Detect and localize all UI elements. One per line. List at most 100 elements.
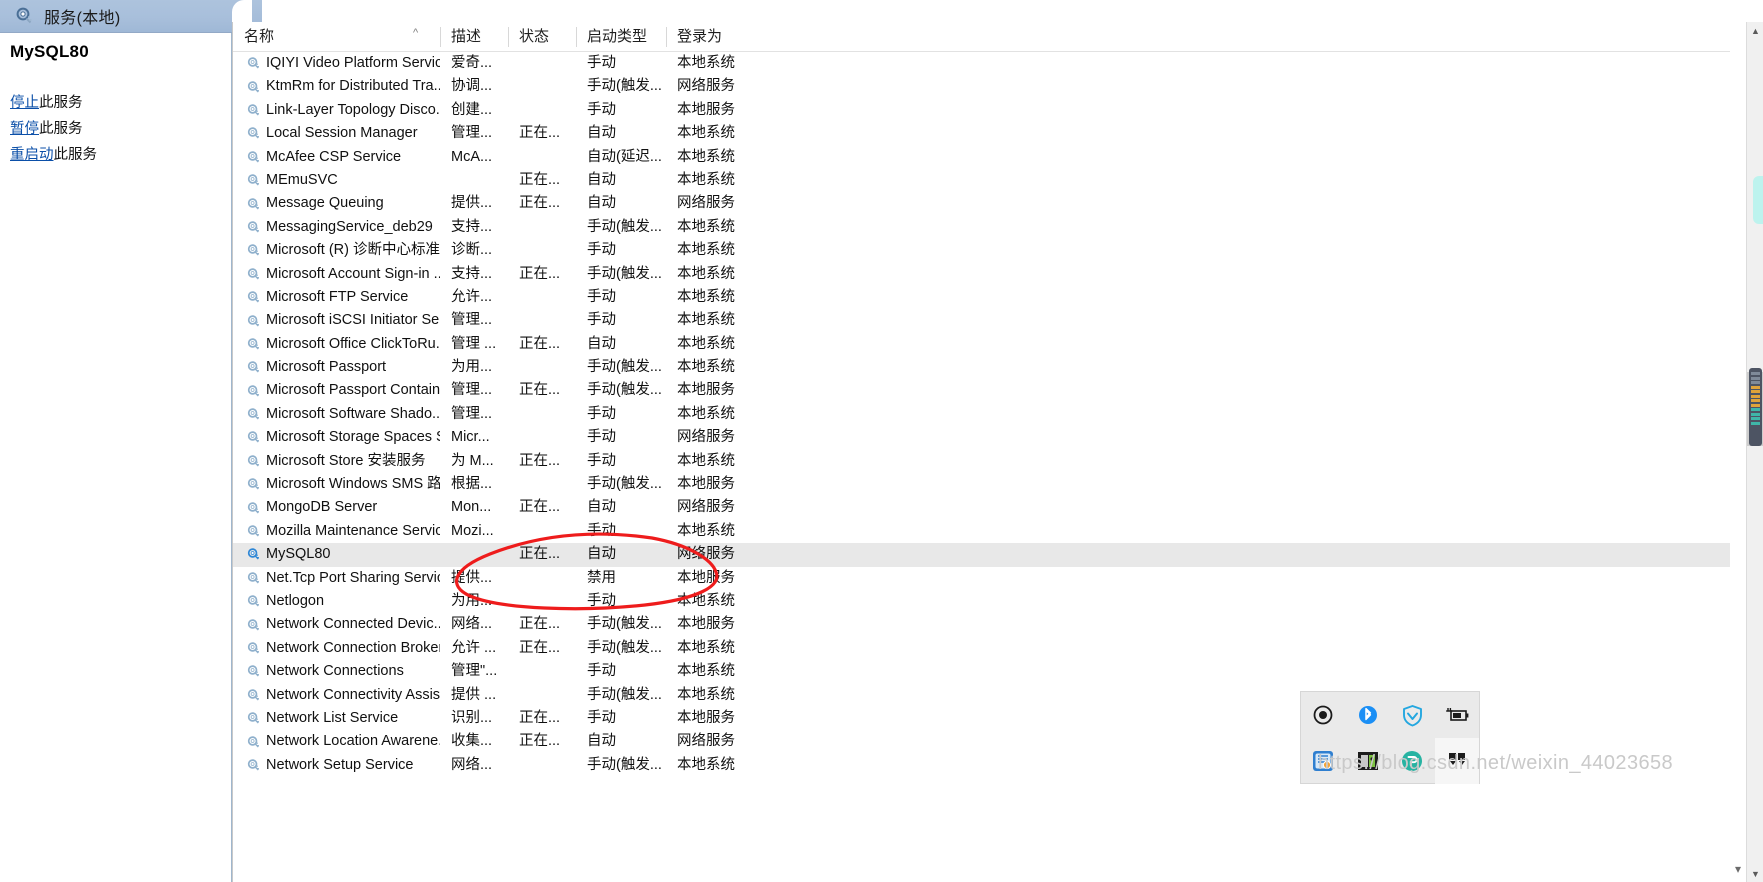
table-row[interactable]: KtmRm for Distributed Tra... 协调... 手动(触发..… (233, 75, 1730, 98)
table-row[interactable]: Network Connections 管理"... 手动 本地系统 (233, 660, 1730, 683)
service-name-text: IQIYI Video Platform Service (266, 55, 440, 71)
table-row[interactable]: IQIYI Video Platform Service 爱奇... 手动 本地系统 (233, 52, 1730, 75)
cell-start: 自动(延迟... (587, 148, 662, 165)
vertical-scrollbar[interactable]: ▲ ▼ (1746, 22, 1763, 882)
service-gear-icon (246, 337, 261, 352)
service-name-text: Microsoft Storage Spaces S... (266, 429, 440, 446)
cell-desc: 爱奇... (451, 55, 493, 71)
service-name-text: Mozilla Maintenance Service (266, 522, 440, 539)
cell-logon: 本地服务 (677, 382, 735, 399)
table-row[interactable]: Microsoft Passport Container 管理... 正在... 手动… (233, 379, 1730, 402)
column-header-desc[interactable]: 描述 (440, 22, 508, 52)
table-row[interactable]: Microsoft Windows SMS 路... 根据... 手动(触发... 本… (233, 473, 1730, 496)
table-row[interactable]: Microsoft Store 安装服务 为 M... 正在... 手动 本地系统 (233, 450, 1730, 473)
service-action-link[interactable]: 停止此服务 (10, 91, 231, 112)
cell-name: MEmuSVC (233, 169, 440, 192)
service-gear-icon (246, 243, 261, 258)
left-details-pane: 服务(本地) MySQL80 停止此服务 暂停此服务 重启动此服务 (0, 0, 232, 882)
service-action-link-suffix: 此服务 (39, 121, 83, 137)
cell-start: 手动 (587, 663, 616, 680)
service-action-link[interactable]: 重启动此服务 (10, 143, 231, 164)
service-name-text: Link-Layer Topology Disco... (266, 101, 440, 118)
table-row[interactable]: Microsoft iSCSI Initiator Ser... 管理... 手动 本… (233, 309, 1730, 332)
service-name-text: Microsoft Software Shado... (266, 405, 440, 422)
service-action-link-text[interactable]: 暂停 (10, 121, 39, 137)
cell-start: 手动(触发... (587, 756, 662, 773)
tencent-shield-icon[interactable] (1390, 692, 1435, 738)
table-row[interactable]: Network Connectivity Assis... 提供 ... 手动(触发… (233, 684, 1730, 707)
cell-name: Local Session Manager (233, 122, 440, 145)
bluetooth-icon[interactable] (1346, 692, 1391, 738)
cell-start: 手动 (587, 242, 616, 259)
service-name-text: Network Connections (266, 663, 404, 680)
table-row[interactable]: Microsoft Account Sign-in ... 支持... 正在... 手… (233, 263, 1730, 286)
scroll-down-button[interactable]: ▼ (1747, 865, 1763, 882)
cell-desc: 提供 ... (451, 686, 497, 703)
column-header-start[interactable]: 启动类型 (576, 22, 666, 52)
service-gear-icon (246, 571, 261, 586)
cell-desc: 管理... (451, 405, 493, 422)
table-row[interactable]: Local Session Manager 管理... 正在... 自动 本地系统 (233, 122, 1730, 145)
service-name-text: Network Connection Broker (266, 639, 440, 656)
table-row[interactable]: Network Location Awarene... 收集... 正在... 自动 网… (233, 730, 1730, 753)
table-row[interactable]: Microsoft Software Shado... 管理... 手动 本地系统 (233, 403, 1730, 426)
table-row[interactable]: Mozilla Maintenance Service Mozi... 手动 本地系统 (233, 520, 1730, 543)
table-row[interactable]: Microsoft Storage Spaces S... Micr... 手动 网络… (233, 426, 1730, 449)
service-name-text: Netlogon (266, 592, 325, 609)
service-name-text: Microsoft Office ClickToRu... (266, 335, 440, 352)
service-gear-icon (246, 477, 261, 492)
service-action-link-text[interactable]: 停止 (10, 95, 39, 111)
battery-charging-icon[interactable] (1435, 692, 1480, 738)
table-row[interactable]: Message Queuing 提供... 正在... 自动 网络服务 (233, 192, 1730, 215)
table-row[interactable]: Microsoft (R) 诊断中心标准... 诊断... 手动 本地系统 (233, 239, 1730, 262)
service-name-text: Microsoft iSCSI Initiator Ser... (266, 312, 440, 329)
table-row[interactable]: MongoDB Server Mon... 正在... 自动 网络服务 (233, 496, 1730, 519)
cell-logon: 网络服务 (677, 546, 735, 563)
table-row[interactable]: MEmuSVC 正在... 自动 本地系统 (233, 169, 1730, 192)
cell-state: 正在... (519, 546, 561, 563)
column-header-state[interactable]: 状态 (508, 22, 576, 52)
cell-logon: 网络服务 (677, 733, 735, 750)
wechat-app-icon[interactable] (1301, 738, 1346, 784)
cell-start: 自动 (587, 195, 616, 212)
table-row[interactable]: Microsoft Office ClickToRu... 管理 ... 正在...… (233, 333, 1730, 356)
table-row-selected[interactable]: MySQL80 正在... 自动 网络服务 (233, 543, 1730, 567)
cell-desc: Mon... (451, 499, 492, 516)
cell-state: 正在... (519, 616, 561, 633)
table-row[interactable]: Microsoft Passport 为用... 手动(触发... 本地系统 (233, 356, 1730, 379)
service-gear-icon (246, 430, 261, 445)
screenshot-app-icon[interactable] (1346, 738, 1391, 784)
scroll-up-button[interactable]: ▲ (1747, 22, 1763, 39)
edge-equalizer-widget (1749, 368, 1762, 446)
cell-logon: 本地系统 (677, 312, 735, 329)
table-row[interactable]: Link-Layer Topology Disco... 创建... 手动 本地服务 (233, 99, 1730, 122)
show-hidden-icons-icon[interactable] (1434, 738, 1479, 784)
cell-logon: 本地服务 (677, 616, 735, 633)
table-row[interactable]: MessagingService_deb29 支持... 手动(触发... 本地系统 (233, 216, 1730, 239)
column-header-logon[interactable]: 登录为 (666, 22, 766, 52)
service-gear-icon (246, 360, 261, 375)
cell-desc: McA... (451, 148, 493, 165)
service-action-link[interactable]: 暂停此服务 (10, 117, 231, 138)
table-row[interactable]: Microsoft FTP Service 允许... 手动 本地系统 (233, 286, 1730, 309)
table-row[interactable]: Network Connected Devic... 网络... 正在... 手动(触… (233, 613, 1730, 636)
table-row[interactable]: Network Connection Broker 允许 ... 正在... 手动(触… (233, 637, 1730, 660)
left-pane-body: MySQL80 停止此服务 暂停此服务 重启动此服务 (0, 33, 231, 882)
cell-logon: 本地系统 (677, 335, 735, 352)
table-row[interactable]: Network List Service 识别... 正在... 手动 本地服务 (233, 707, 1730, 730)
table-row[interactable]: Network Setup Service 网络... 手动(触发... 本地系统 (233, 754, 1730, 777)
qq-music-icon[interactable] (1390, 738, 1435, 784)
cell-start: 自动 (587, 546, 616, 563)
cell-logon: 本地系统 (677, 288, 735, 305)
cell-logon: 网络服务 (677, 499, 735, 516)
column-header-name[interactable]: 名称 ^ (233, 22, 440, 52)
service-action-link-text[interactable]: 重启动 (10, 147, 54, 163)
tray-expand-chevron-icon[interactable]: ▾ (1735, 862, 1741, 876)
table-row[interactable]: Net.Tcp Port Sharing Service 提供... 禁用 本地服务 (233, 567, 1730, 590)
table-row[interactable]: Netlogon 为用... 手动 本地系统 (233, 590, 1730, 613)
cell-name: McAfee CSP Service (233, 146, 440, 169)
record-icon[interactable] (1301, 692, 1346, 738)
table-row[interactable]: McAfee CSP Service McA... 自动(延迟... 本地系统 (233, 146, 1730, 169)
cell-start: 自动 (587, 335, 616, 352)
cell-name: Microsoft Passport Container (233, 379, 440, 402)
